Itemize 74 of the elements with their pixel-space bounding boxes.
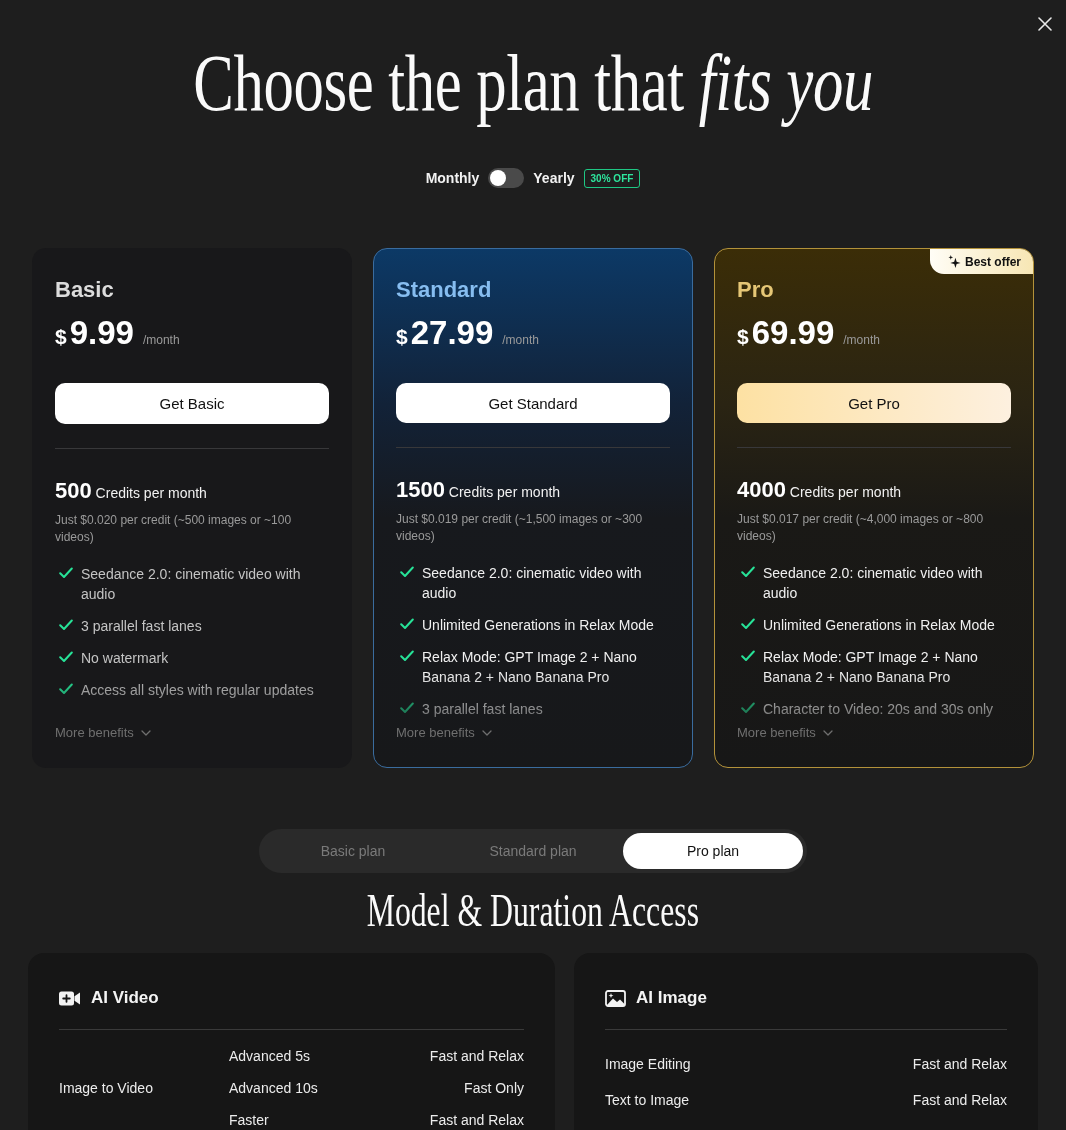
feature-text: Access all styles with regular updates (81, 680, 314, 700)
plan-price: $69.99 (737, 314, 835, 353)
check-icon (741, 566, 755, 578)
credits-line: 4000 Credits per month (737, 476, 903, 504)
get-plan-button[interactable]: Get Pro (737, 383, 1011, 424)
plan-price: $27.99 (396, 314, 494, 353)
credit-note: Just $0.017 per credit (~4,000 images or ~800 videos) (737, 511, 985, 545)
feature-label: Text to Image (605, 1091, 691, 1110)
monthly-label: Monthly (425, 170, 480, 186)
check-icon (400, 650, 414, 662)
feature-text: Seedance 2.0: cinematic video with audio (763, 564, 984, 603)
plan-tab[interactable]: Basic plan (263, 833, 443, 869)
chevron-down-icon (140, 730, 151, 736)
billing-toggle[interactable] (488, 168, 525, 188)
plan-price: $9.99 (55, 314, 134, 353)
close-icon[interactable] (1038, 17, 1052, 31)
speed-mode: Fast and Relax (912, 1055, 1007, 1074)
feature-text: Relax Mode: GPT Image 2 + Nano Banana 2 + Nano Banana Pro (763, 648, 979, 687)
more-benefits-link[interactable]: More benefits (737, 723, 833, 743)
chevron-down-icon (481, 730, 492, 736)
check-icon (741, 618, 755, 630)
plan-name: Pro (737, 277, 775, 303)
credits-line: 1500 Credits per month (396, 476, 562, 504)
plan-tab[interactable]: Standard plan (443, 833, 623, 869)
check-icon (741, 650, 755, 662)
feature-text: Seedance 2.0: cinematic video with audio (81, 564, 302, 604)
panel-title: AI Image (636, 988, 707, 1008)
billing-period: /month (142, 332, 180, 349)
best-offer-label: Best offer (965, 254, 1021, 269)
check-icon (400, 618, 414, 630)
feature-text: No watermark (81, 648, 169, 668)
yearly-label: Yearly (533, 170, 575, 186)
get-plan-button[interactable]: Get Basic (55, 383, 329, 424)
model-name: Advanced 10s (229, 1079, 319, 1098)
speed-mode: Fast and Relax (912, 1091, 1007, 1110)
feature-label: Image to Video (59, 1079, 154, 1098)
more-benefits-link[interactable]: More benefits (396, 723, 492, 743)
feature-text: Seedance 2.0: cinematic video with audio (422, 564, 643, 603)
get-plan-button[interactable]: Get Standard (396, 383, 670, 424)
billing-period: /month (502, 332, 539, 349)
credit-note: Just $0.020 per credit (~500 images or ~100 videos) (55, 511, 293, 546)
credits-line: 500 Credits per month (55, 476, 208, 505)
check-icon (59, 618, 73, 631)
model-name: Advanced 5s (229, 1047, 311, 1066)
feature-text: Unlimited Generations in Relax Mode (422, 616, 654, 635)
plan-name: Basic (55, 277, 115, 303)
check-icon (59, 682, 73, 695)
speed-mode: Fast Only (463, 1079, 524, 1098)
feature-text: Unlimited Generations in Relax Mode (763, 616, 995, 635)
feature-text: 3 parallel fast lanes (422, 700, 543, 719)
check-icon (741, 702, 755, 714)
speed-mode: Fast and Relax (429, 1047, 524, 1066)
check-icon (59, 566, 73, 579)
section-title: Model & Duration Access (366, 888, 700, 934)
feature-text: Relax Mode: GPT Image 2 + Nano Banana 2 + Nano Banana Pro (422, 648, 638, 687)
model-name: Faster (229, 1111, 270, 1130)
plan-tab[interactable]: Pro plan (623, 833, 803, 869)
more-benefits-link[interactable]: More benefits (55, 723, 151, 743)
sparkle-icon (948, 255, 961, 268)
panel-title: AI Video (91, 988, 159, 1008)
credit-note: Just $0.019 per credit (~1,500 images or ~300 videos) (396, 511, 644, 545)
video-camera-icon (59, 990, 81, 1006)
chevron-down-icon (822, 730, 833, 736)
discount-badge: 30% OFF (583, 168, 641, 188)
feature-text: Character to Video: 20s and 30s only (763, 700, 994, 719)
plan-name: Standard (396, 277, 493, 303)
feature-text: 3 parallel fast lanes (81, 616, 202, 636)
speed-mode: Fast and Relax (429, 1111, 524, 1130)
check-icon (400, 702, 414, 714)
feature-label: Image Editing (605, 1055, 692, 1074)
check-icon (59, 650, 73, 663)
image-icon (605, 989, 626, 1007)
billing-period: /month (843, 332, 880, 349)
check-icon (400, 566, 414, 578)
